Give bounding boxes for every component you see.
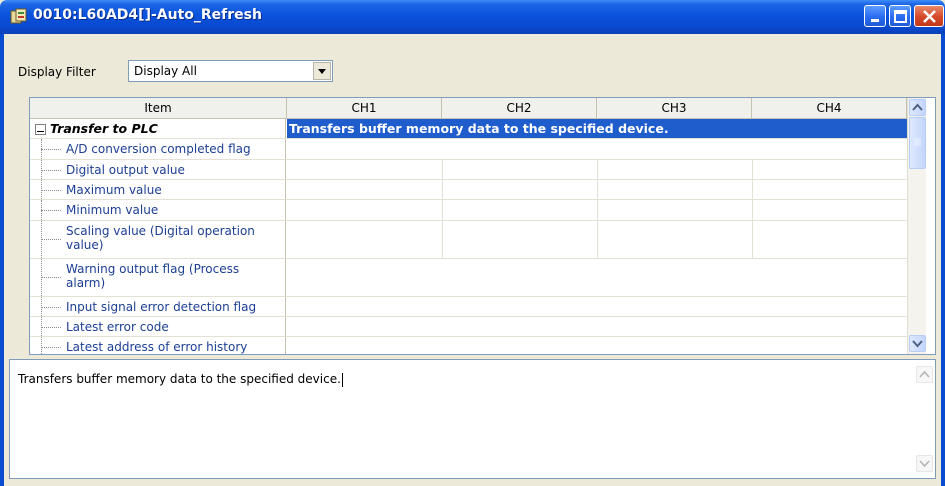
tree-line [41,190,61,191]
item-cell: Warning output flag (Process alarm) [30,259,286,296]
description-scrollbar[interactable] [916,366,934,474]
tree-line [41,347,61,348]
row-label: A/D conversion completed flag [66,142,251,156]
cell-divider [597,200,598,220]
cell-divider [442,221,443,258]
grid-scrollbar[interactable] [907,98,926,354]
text-caret [341,372,343,387]
table-row[interactable]: Warning output flag (Process alarm) [30,259,907,297]
cell-divider [752,160,753,179]
description-text: Transfers buffer memory data to the spec… [18,372,343,387]
cell-divider [752,200,753,220]
row-label: Warning output flag (Process alarm) [66,262,240,290]
cell-divider [442,200,443,220]
column-header-ch2[interactable]: CH2 [442,98,597,119]
row-label: Latest address of error history [66,340,248,354]
chevron-up-icon [919,370,930,378]
group-row-transfer-to-plc[interactable]: Transfer to PLC Transfers buffer memory … [30,119,907,139]
cell-divider [597,180,598,199]
collapse-toggle[interactable] [35,124,46,135]
minimize-icon [871,19,879,22]
minus-icon [37,131,44,132]
window-frame-right [941,34,945,486]
scroll-down-button[interactable] [916,455,933,472]
cell-divider [597,221,598,258]
chevron-down-icon [912,340,923,348]
item-cell: Input signal error detection flag [30,297,286,316]
item-cell: A/D conversion completed flag [30,139,286,159]
item-cell: Transfer to PLC [30,119,286,138]
maximize-icon [894,10,907,23]
row-label: Minimum value [66,203,159,217]
cell-divider [752,221,753,258]
window-frame-left [0,34,4,486]
cell-divider [442,180,443,199]
auto-refresh-grid[interactable]: Item CH1 CH2 CH3 CH4 Transfer to PLC Tra… [29,97,936,355]
table-row[interactable]: Minimum value [30,200,907,221]
window-title: 0010:L60AD4[]-Auto_Refresh [33,7,262,23]
chevron-down-icon [919,460,930,468]
chevron-down-icon [318,69,326,74]
item-cell: Maximum value [30,180,286,199]
minimize-button[interactable] [864,5,886,27]
group-label: Transfer to PLC [50,121,158,136]
chevron-up-icon [912,103,923,111]
description-panel[interactable]: Transfers buffer memory data to the spec… [9,359,936,479]
tree-line [41,210,61,211]
tree-line [41,277,61,278]
row-label: Maximum value [66,183,162,197]
close-icon [923,10,936,23]
table-row[interactable]: Digital output value [30,160,907,180]
tree-line [41,337,42,354]
column-header-ch3[interactable]: CH3 [597,98,752,119]
cell-divider [752,180,753,199]
maximize-button[interactable] [889,5,911,27]
row-label: Scaling value (Digital operation value) [66,224,255,252]
description-text-value: Transfers buffer memory data to the spec… [18,372,341,386]
scroll-up-button[interactable] [909,99,926,116]
group-description-cell[interactable]: Transfers buffer memory data to the spec… [287,119,907,138]
display-filter-value: Display All [134,64,197,78]
item-cell: Scaling value (Digital operation value) [30,221,286,258]
scroll-thumb[interactable] [909,117,926,169]
table-row[interactable]: Maximum value [30,180,907,200]
dropdown-button[interactable] [313,62,331,80]
item-cell: Digital output value [30,160,286,179]
close-button[interactable] [914,5,944,27]
tree-line [41,307,61,308]
table-row[interactable]: Latest address of error history [30,337,907,354]
row-label: Digital output value [66,163,185,177]
scroll-up-button[interactable] [916,366,933,383]
grip-icon [914,138,921,146]
row-label: Latest error code [66,320,169,334]
tree-line [41,170,61,171]
item-cell: Latest address of error history [30,337,286,354]
table-row[interactable]: Input signal error detection flag [30,297,907,317]
display-filter-label: Display Filter [18,65,96,79]
scroll-down-button[interactable] [909,335,926,352]
title-bar[interactable]: 0010:L60AD4[]-Auto_Refresh [0,0,945,34]
cell-divider [442,160,443,179]
tree-line [41,327,61,328]
column-header-item[interactable]: Item [30,98,287,119]
column-header-ch4[interactable]: CH4 [752,98,907,119]
display-filter-select[interactable]: Display All [128,60,333,82]
cell-divider [597,160,598,179]
tree-line [41,239,61,240]
table-row[interactable]: Latest error code [30,317,907,337]
tree-line [41,149,61,150]
row-label: Input signal error detection flag [66,300,257,314]
table-row[interactable]: Scaling value (Digital operation value) [30,221,907,259]
column-header-ch1[interactable]: CH1 [287,98,442,119]
item-cell: Latest error code [30,317,286,336]
app-icon [10,8,28,26]
item-cell: Minimum value [30,200,286,220]
table-row[interactable]: A/D conversion completed flag [30,139,907,160]
